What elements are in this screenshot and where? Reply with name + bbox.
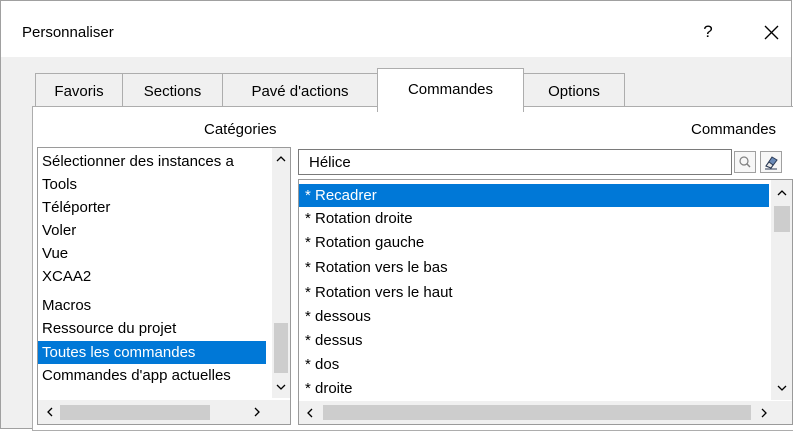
command-item-selected[interactable]: * Recadrer <box>299 184 769 207</box>
scroll-right-arrow-icon[interactable] <box>757 406 771 420</box>
scroll-down-arrow-icon[interactable] <box>775 381 789 395</box>
scroll-left-arrow-icon[interactable] <box>303 406 317 420</box>
scroll-up-arrow-icon[interactable] <box>775 186 789 200</box>
command-item[interactable]: * dessous <box>299 305 769 328</box>
command-item[interactable]: * Rotation vers le bas <box>299 256 769 279</box>
category-item[interactable]: Téléporter <box>38 196 266 219</box>
help-button[interactable]: ? <box>693 19 723 45</box>
close-button[interactable] <box>756 17 786 47</box>
command-search <box>298 149 793 175</box>
scroll-thumb[interactable] <box>323 405 751 420</box>
categories-horizontal-scrollbar[interactable] <box>38 400 290 424</box>
tab-favoris[interactable]: Favoris <box>35 73 123 106</box>
categories-heading: Catégories <box>204 121 277 138</box>
tab-commandes[interactable]: Commandes <box>377 68 524 112</box>
category-item[interactable]: Ressource du projet <box>38 317 266 340</box>
dialog-title: Personnaliser <box>22 24 114 41</box>
commands-horizontal-scrollbar[interactable] <box>299 401 792 424</box>
category-item-selected[interactable]: Toutes les commandes <box>38 341 266 364</box>
eraser-icon <box>765 156 778 170</box>
scroll-thumb[interactable] <box>774 206 790 232</box>
scroll-left-arrow-icon[interactable] <box>43 405 57 419</box>
customize-dialog: Personnaliser ? Favoris Sections Pavé d'… <box>0 0 793 431</box>
category-item[interactable]: XCAA2 <box>38 265 266 288</box>
magnifier-icon <box>739 156 751 168</box>
command-item[interactable]: * Rotation droite <box>299 207 769 230</box>
categories-vertical-scrollbar[interactable] <box>272 148 290 398</box>
scroll-right-arrow-icon[interactable] <box>250 405 264 419</box>
command-item[interactable]: * droite <box>299 377 769 400</box>
tab-sections[interactable]: Sections <box>122 73 223 106</box>
commands-heading: Commandes <box>691 121 777 138</box>
command-item[interactable]: * dessus <box>299 329 769 352</box>
category-item[interactable]: Macros <box>38 294 266 317</box>
category-item[interactable]: Commandes d'app actuelles <box>38 364 266 387</box>
commands-list[interactable]: * Recadrer * Rotation droite * Rotation … <box>298 179 793 425</box>
command-search-input[interactable] <box>298 149 732 175</box>
commands-vertical-scrollbar[interactable] <box>771 180 792 400</box>
tab-options[interactable]: Options <box>523 73 625 106</box>
category-item[interactable]: Tools <box>38 173 266 196</box>
scroll-thumb[interactable] <box>60 405 210 420</box>
command-item[interactable]: * Rotation gauche <box>299 231 769 254</box>
tab-pave-actions[interactable]: Pavé d'actions <box>222 73 378 106</box>
command-item[interactable]: * Rotation vers le haut <box>299 281 769 304</box>
clear-search-button[interactable] <box>760 151 782 173</box>
search-button[interactable] <box>734 151 756 173</box>
categories-list[interactable]: Sélectionner des instances a Tools Télép… <box>37 147 291 425</box>
command-item[interactable]: * dos <box>299 353 769 376</box>
scroll-up-arrow-icon[interactable] <box>274 152 288 166</box>
category-item[interactable]: Voler <box>38 219 266 242</box>
category-item[interactable]: Sélectionner des instances a <box>38 150 266 173</box>
close-icon <box>764 25 779 40</box>
scroll-down-arrow-icon[interactable] <box>274 380 288 394</box>
title-bar: Personnaliser ? <box>1 1 791 57</box>
category-item[interactable]: Vue <box>38 242 266 265</box>
scroll-thumb[interactable] <box>274 323 288 373</box>
